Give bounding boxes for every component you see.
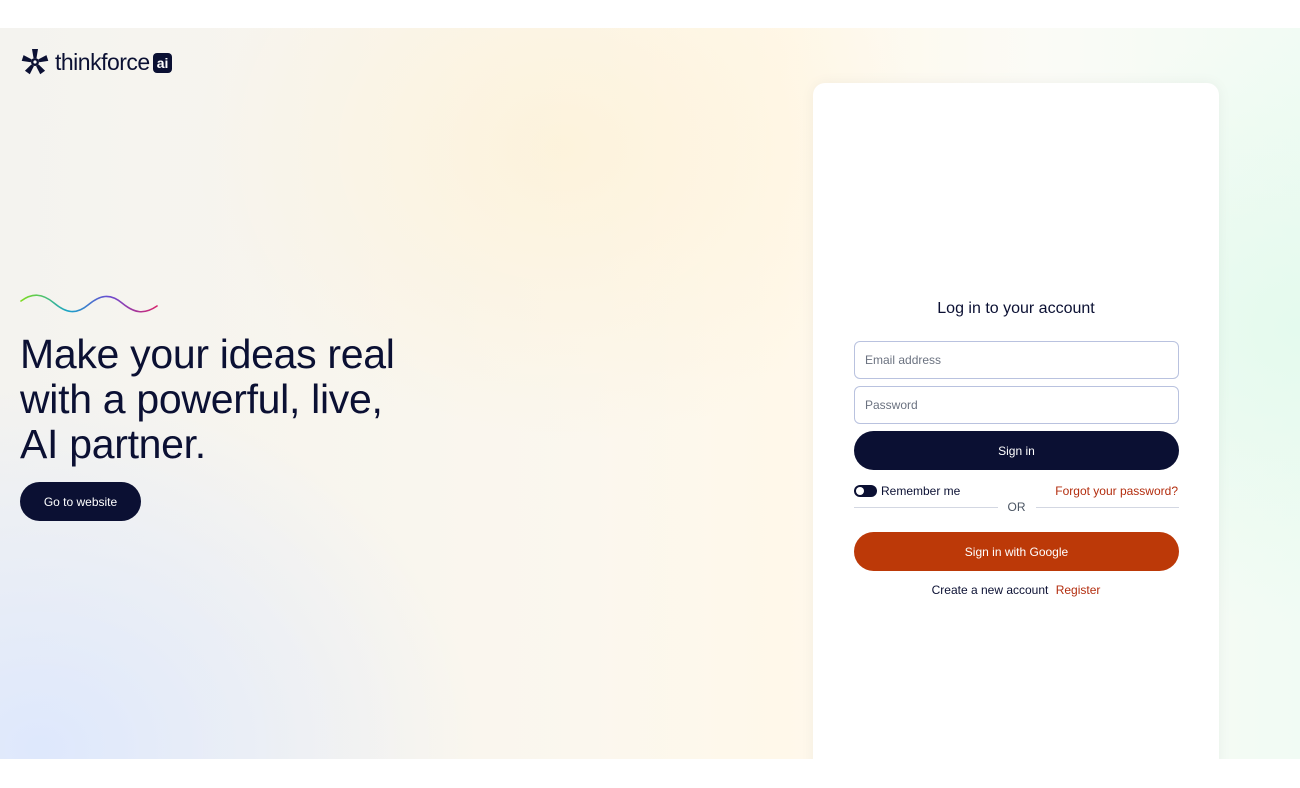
email-field[interactable] [854,341,1179,379]
thinkforce-logo-icon [21,49,49,75]
hero-headline: Make your ideas real with a powerful, li… [20,332,480,467]
forgot-password-link[interactable]: Forgot your password? [1055,484,1178,498]
create-account-text: Create a new account [931,583,1049,597]
toggle-switch-icon[interactable] [854,485,877,497]
or-label: OR [1007,500,1026,514]
brand-badge: ai [152,52,173,73]
login-title: Log in to your account [937,300,1095,317]
headline-line: with a powerful, live, [20,376,383,422]
login-page: thinkforce ai Make your ideas real with … [0,28,1300,759]
headline-line: AI partner. [20,421,206,467]
brand-name: thinkforce [55,48,150,75]
create-account-row: Create a new account Register [813,583,1219,597]
sign-in-button[interactable]: Sign in [854,431,1179,470]
remember-me-toggle[interactable]: Remember me [854,484,960,498]
divider-line [1035,506,1179,508]
password-field[interactable] [854,386,1179,424]
remember-me-label: Remember me [881,484,961,498]
register-link[interactable]: Register [1056,583,1101,597]
brand-logo[interactable]: thinkforce ai [20,47,173,77]
or-divider: OR [854,499,1179,515]
login-card: Log in to your account Sign in Remember … [813,83,1219,759]
divider-line [854,506,998,508]
go-to-website-button[interactable]: Go to website [20,482,141,521]
sign-in-with-google-button[interactable]: Sign in with Google [854,532,1179,571]
toggle-knob [856,487,864,495]
headline-line: Make your ideas real [20,331,395,377]
gradient-wave-icon [20,294,158,313]
